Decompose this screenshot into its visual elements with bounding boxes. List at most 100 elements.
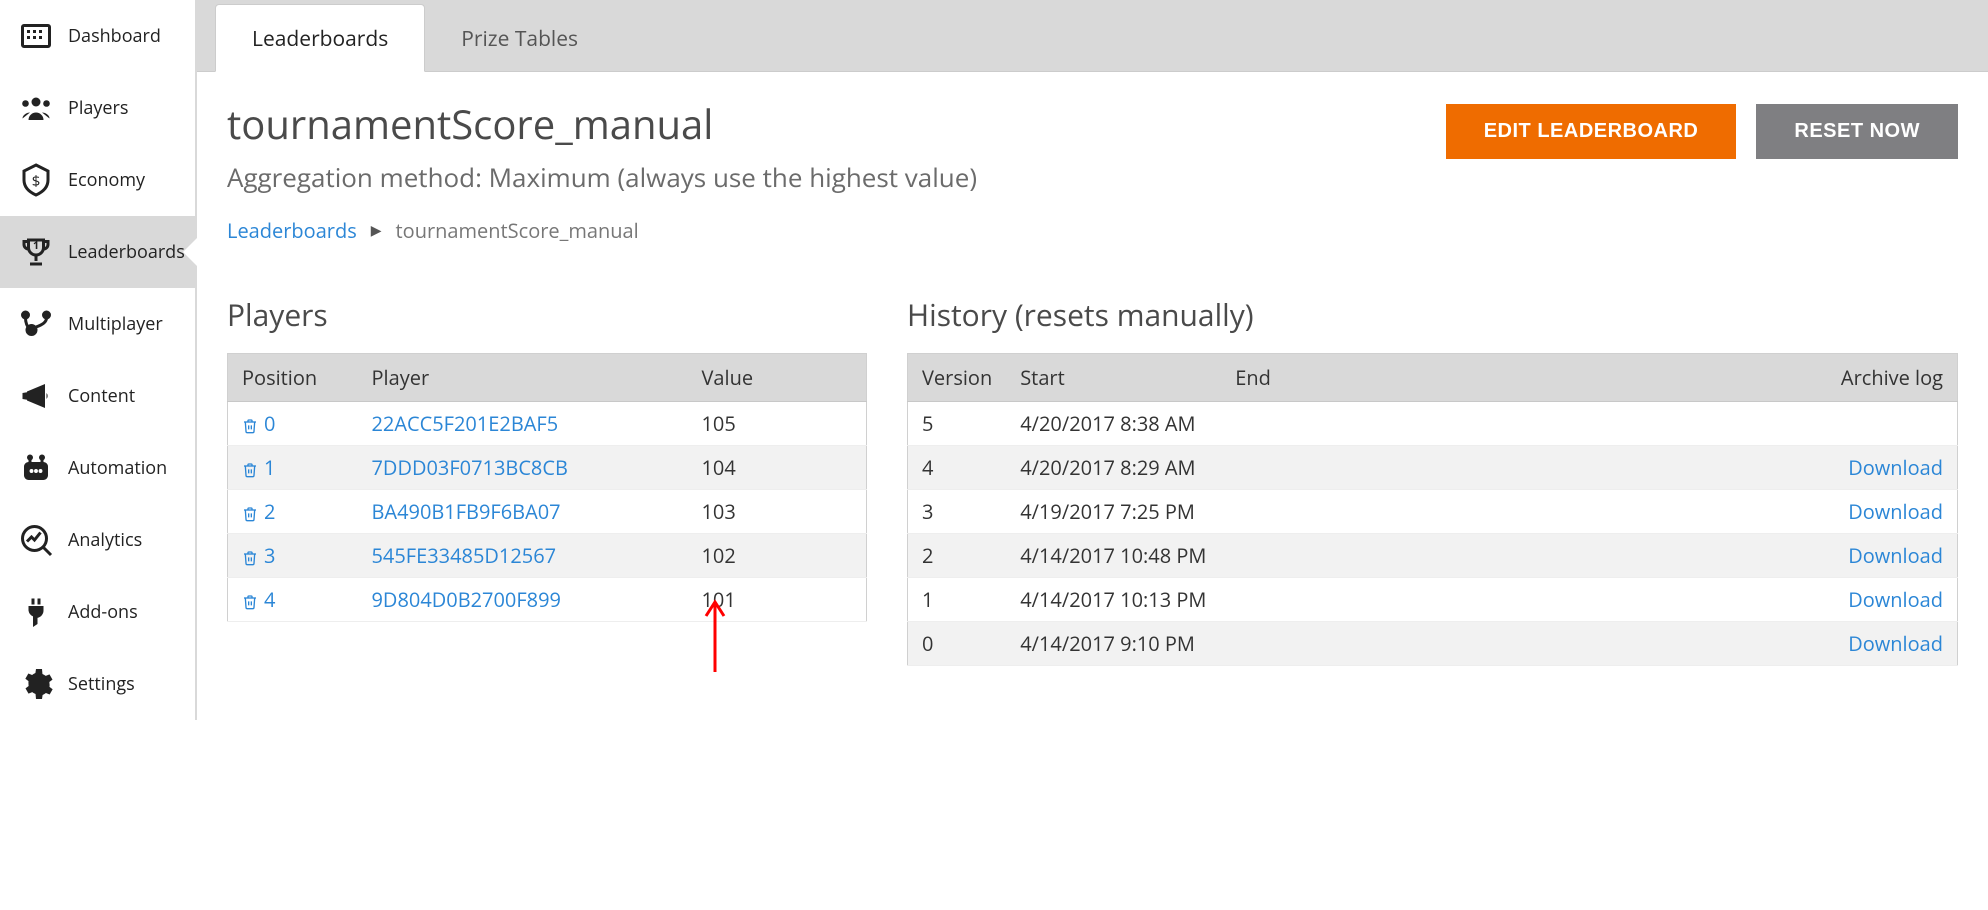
table-row: 2BA490B1FB9F6BA07103 [228, 490, 867, 534]
trash-icon[interactable] [242, 462, 258, 478]
sidebar-item-label: Automation [68, 456, 167, 480]
sidebar-item-label: Content [68, 384, 135, 408]
sidebar-item-label: Economy [68, 168, 145, 192]
position-link[interactable]: 2 [264, 498, 275, 525]
tab-leaderboards[interactable]: Leaderboards [215, 4, 425, 72]
history-table: Version Start End Archive log 54/20/2017… [907, 353, 1958, 666]
col-position: Position [228, 354, 358, 402]
sidebar-item-players[interactable]: Players [0, 72, 195, 144]
sidebar-item-leaderboards[interactable]: 1 Leaderboards [0, 216, 195, 288]
multiplayer-icon [16, 304, 56, 344]
archive-cell: Download [1436, 446, 1957, 490]
col-value: Value [688, 354, 867, 402]
analytics-icon [16, 520, 56, 560]
download-link[interactable]: Download [1848, 586, 1943, 613]
history-panel-title: History (resets manually) [907, 294, 1958, 335]
position-link[interactable]: 4 [264, 586, 275, 613]
trash-icon[interactable] [242, 418, 258, 434]
download-link[interactable]: Download [1848, 542, 1943, 569]
edit-leaderboard-button[interactable]: EDIT LEADERBOARD [1446, 104, 1737, 159]
svg-text:1: 1 [33, 239, 39, 253]
sidebar-item-label: Leaderboards [68, 240, 185, 264]
player-link[interactable]: 22ACC5F201E2BAF5 [372, 410, 559, 437]
download-link[interactable]: Download [1848, 454, 1943, 481]
robot-icon [16, 448, 56, 488]
dashboard-icon [16, 16, 56, 56]
version-cell: 1 [908, 578, 1007, 622]
download-link[interactable]: Download [1848, 630, 1943, 657]
tab-prize-tables[interactable]: Prize Tables [425, 5, 614, 71]
table-row: 49D804D0B2700F899101 [228, 578, 867, 622]
col-player: Player [358, 354, 688, 402]
trash-icon[interactable] [242, 594, 258, 610]
position-link[interactable]: 0 [264, 410, 275, 437]
sidebar-item-multiplayer[interactable]: Multiplayer [0, 288, 195, 360]
download-link[interactable]: Download [1848, 498, 1943, 525]
breadcrumb-separator-icon: ▶ [371, 221, 382, 240]
end-cell [1221, 446, 1436, 490]
sidebar-item-economy[interactable]: $ Economy [0, 144, 195, 216]
breadcrumb: Leaderboards ▶ tournamentScore_manual [227, 217, 1958, 244]
economy-icon: $ [16, 160, 56, 200]
gear-icon [16, 664, 56, 704]
position-link[interactable]: 3 [264, 542, 275, 569]
main-content: Leaderboards Prize Tables tournamentScor… [197, 0, 1988, 720]
sidebar-item-label: Dashboard [68, 24, 161, 48]
sidebar-item-addons[interactable]: Add-ons [0, 576, 195, 648]
start-cell: 4/14/2017 9:10 PM [1006, 622, 1221, 666]
trophy-icon: 1 [16, 232, 56, 272]
trash-icon[interactable] [242, 550, 258, 566]
megaphone-icon [16, 376, 56, 416]
table-row: 14/14/2017 10:13 PM Download [908, 578, 1958, 622]
table-row: 24/14/2017 10:48 PM Download [908, 534, 1958, 578]
archive-cell: Download [1436, 490, 1957, 534]
reset-now-button[interactable]: RESET NOW [1756, 104, 1958, 159]
start-cell: 4/14/2017 10:48 PM [1006, 534, 1221, 578]
start-cell: 4/20/2017 8:29 AM [1006, 446, 1221, 490]
start-cell: 4/19/2017 7:25 PM [1006, 490, 1221, 534]
svg-text:$: $ [32, 171, 41, 191]
page-title: tournamentScore_manual [227, 96, 1446, 151]
plug-icon [16, 592, 56, 632]
start-cell: 4/14/2017 10:13 PM [1006, 578, 1221, 622]
sidebar-item-analytics[interactable]: Analytics [0, 504, 195, 576]
end-cell [1221, 578, 1436, 622]
sidebar-item-dashboard[interactable]: Dashboard [0, 0, 195, 72]
table-row: 17DDD03F0713BC8CB104 [228, 446, 867, 490]
sidebar-item-label: Add-ons [68, 600, 138, 624]
sidebar-item-content[interactable]: Content [0, 360, 195, 432]
sidebar: Dashboard Players $ Economy 1 Leaderboar… [0, 0, 197, 720]
sidebar-item-settings[interactable]: Settings [0, 648, 195, 720]
players-icon [16, 88, 56, 128]
table-row: 022ACC5F201E2BAF5105 [228, 402, 867, 446]
col-archive: Archive log [1436, 354, 1957, 402]
player-link[interactable]: 9D804D0B2700F899 [372, 586, 562, 613]
version-cell: 5 [908, 402, 1007, 446]
archive-cell [1436, 402, 1957, 446]
page-subtitle: Aggregation method: Maximum (always use … [227, 159, 1446, 195]
table-row: 34/19/2017 7:25 PM Download [908, 490, 1958, 534]
player-link[interactable]: 7DDD03F0713BC8CB [372, 454, 568, 481]
archive-cell: Download [1436, 534, 1957, 578]
table-row: 54/20/2017 8:38 AM [908, 402, 1958, 446]
history-panel: History (resets manually) Version Start … [907, 294, 1958, 666]
archive-cell: Download [1436, 622, 1957, 666]
version-cell: 3 [908, 490, 1007, 534]
player-link[interactable]: BA490B1FB9F6BA07 [372, 498, 561, 525]
sidebar-item-automation[interactable]: Automation [0, 432, 195, 504]
sidebar-item-label: Multiplayer [68, 312, 163, 336]
position-link[interactable]: 1 [264, 454, 275, 481]
breadcrumb-current: tournamentScore_manual [396, 217, 639, 244]
end-cell [1221, 534, 1436, 578]
player-link[interactable]: 545FE33485D12567 [372, 542, 557, 569]
breadcrumb-root-link[interactable]: Leaderboards [227, 217, 357, 244]
archive-cell: Download [1436, 578, 1957, 622]
trash-icon[interactable] [242, 506, 258, 522]
sidebar-item-label: Players [68, 96, 128, 120]
sidebar-item-label: Analytics [68, 528, 142, 552]
tab-bar: Leaderboards Prize Tables [197, 0, 1988, 72]
col-version: Version [908, 354, 1007, 402]
table-row: 44/20/2017 8:29 AMDownload [908, 446, 1958, 490]
version-cell: 2 [908, 534, 1007, 578]
table-row: 04/14/2017 9:10 PMDownload [908, 622, 1958, 666]
